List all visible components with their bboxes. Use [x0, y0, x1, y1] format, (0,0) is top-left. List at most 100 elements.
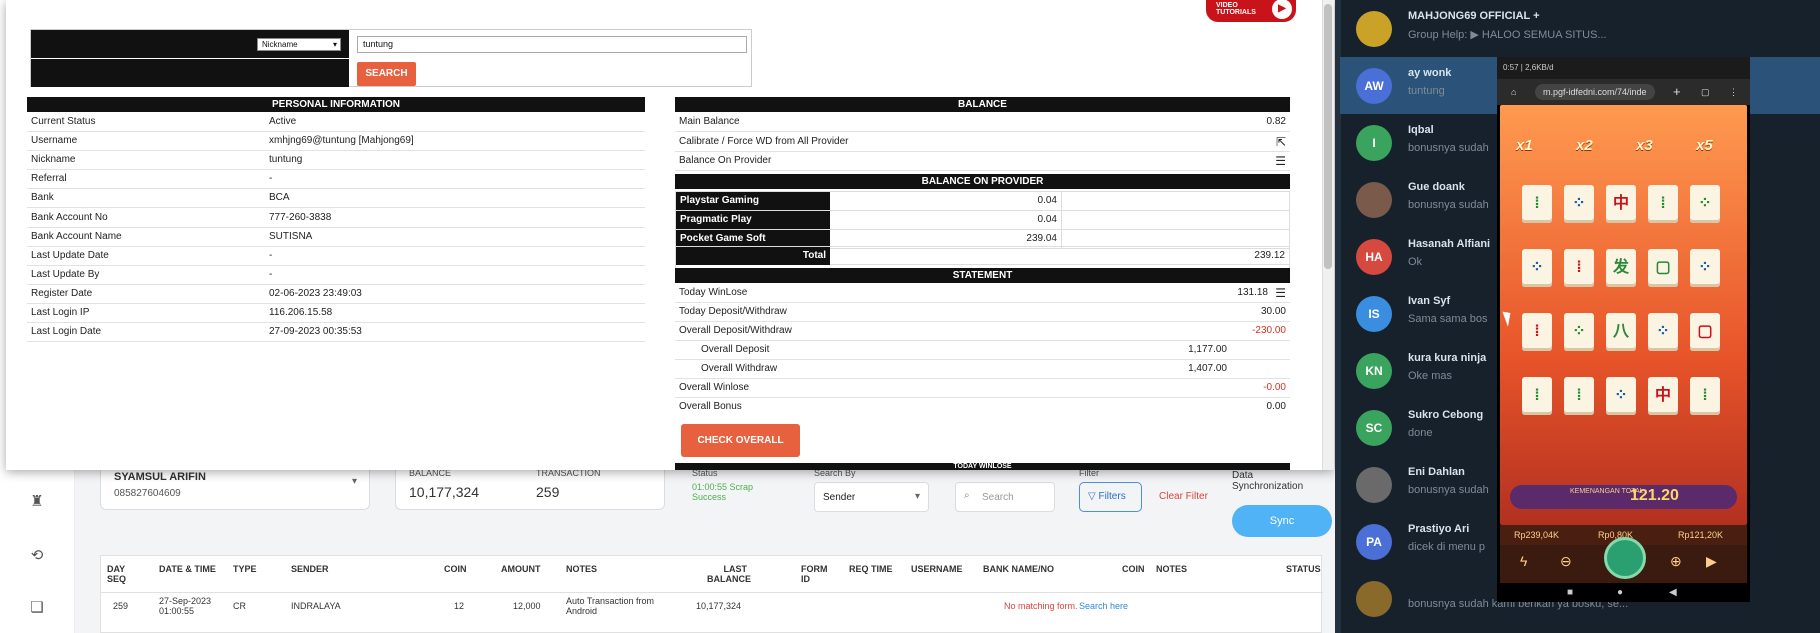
personal-info-row: Last Update By - [27, 266, 645, 285]
info-value: 27-09-2023 00:35:53 [269, 326, 362, 338]
avatar [1356, 182, 1392, 218]
phone-status-bar: 0:57 | 2,6KB/d [1497, 57, 1750, 79]
modal-scrollbar[interactable] [1322, 0, 1334, 470]
total-win-bar: KEMENANGAN TOTAL 121.20 [1510, 485, 1737, 509]
avatar [1356, 11, 1392, 47]
provider-value: 0.04 [830, 192, 1062, 210]
autoplay-icon[interactable]: ▶ [1706, 553, 1717, 570]
list-icon[interactable]: ☰ [1275, 152, 1286, 170]
avatar: I [1356, 125, 1392, 161]
chevron-down-icon: ▾ [914, 491, 920, 502]
recent-apps-icon[interactable]: ■ [1567, 583, 1573, 602]
overall-dw-row: Overall Deposit/Withdraw -230.00 [675, 322, 1290, 341]
col-header: FORM ID [801, 564, 828, 584]
info-value: 02-06-2023 23:49:03 [269, 287, 362, 299]
home-button-icon[interactable]: ● [1617, 583, 1623, 602]
cell-datetime: 27-Sep-2023 01:00:55 [159, 596, 212, 616]
search-field-select[interactable]: Nickname ▾ [257, 38, 341, 51]
chat-name: Sukro Cebong [1408, 409, 1484, 421]
chat-list-item[interactable]: MAHJONG69 OFFICIAL + Group Help: ▶ HALOO … [1340, 0, 1820, 57]
chat-name: Iqbal [1408, 124, 1434, 136]
filters-button[interactable]: ▽ Filters [1079, 482, 1142, 512]
plus-icon[interactable]: ⊕ [1670, 553, 1682, 570]
chat-name: Prastiyo Ari [1408, 523, 1470, 535]
mahjong-tile: ⁞ [1522, 377, 1552, 415]
history-icon[interactable]: ⟲ [27, 546, 47, 566]
personal-info-row: Last Login IP 116.206.15.58 [27, 304, 645, 323]
sync-button[interactable]: Sync [1232, 505, 1332, 537]
avatar: HA [1356, 239, 1392, 275]
personal-info-row: Referral - [27, 170, 645, 190]
search-by-value: Sender [823, 492, 856, 503]
transactions-table: DAY SEQ DATE & TIME TYPE SENDER COIN AMO… [100, 555, 1323, 633]
personal-info-row: Bank BCA [27, 189, 645, 209]
book-icon[interactable]: ❏ [27, 598, 47, 618]
scrollbar-thumb[interactable] [1324, 4, 1332, 269]
main-balance-label: Main Balance [679, 116, 740, 127]
video-tutorials-badge[interactable]: VIDEO TUTORIALS ▶ [1206, 0, 1296, 22]
plus-icon[interactable]: + [1673, 79, 1681, 105]
mahjong-tile: ⁘ [1690, 249, 1720, 287]
main-balance-row: Main Balance 0.82 [675, 113, 1290, 132]
info-label: Referral [31, 173, 67, 185]
mahjong-tile: ⁞ [1648, 185, 1678, 223]
provider-balance-label: Balance On Provider [679, 155, 772, 166]
external-link-icon[interactable]: ⇱ [1276, 133, 1286, 151]
more-icon[interactable]: ⋮ [1729, 79, 1738, 105]
col-header: DAY SEQ [107, 564, 127, 584]
overall-deposit-row: Overall Deposit 1,177.00 [675, 341, 1290, 360]
chat-name: Ivan Syf [1408, 295, 1451, 307]
balance-header: BALANCE [675, 97, 1290, 112]
avatar: AW [1356, 68, 1392, 104]
info-value: tuntung [269, 154, 303, 166]
mahjong-game-screen[interactable]: x1 x2 x3 x5 ⁞ ⁘ 中 ⁞ ⁘ ⁘ ⁞ 发 ▢ ⁘ ⁞ ⁘ 八 ⁘ ▢ ⁞ ⁞ ⁘ 中 ⁞ KEMENAN… [1500, 105, 1747, 525]
home-icon[interactable]: ⌂ [1511, 79, 1516, 105]
col-header: STATUS [1286, 564, 1321, 574]
check-overall-button[interactable]: CHECK OVERALL [681, 424, 800, 457]
chat-name: ay wonk [1408, 67, 1452, 79]
personal-info-row: Last Login Date 27-09-2023 00:35:53 [27, 323, 645, 343]
search-by-select[interactable]: Sender ▾ [814, 482, 929, 512]
overall-bonus-row: Overall Bonus 0.00 [675, 398, 1290, 417]
personal-info-row: Last Update Date - [27, 247, 645, 266]
mahjong-tile: 发 [1606, 249, 1636, 287]
today-dw-row: Today Deposit/Withdraw 30.00 [675, 303, 1290, 322]
wallet-balance: Rp239,04K [1514, 530, 1560, 540]
clear-filter-link[interactable]: Clear Filter [1159, 491, 1208, 502]
mahjong-tile: ⁘ [1564, 313, 1594, 351]
minus-icon[interactable]: ⊖ [1560, 553, 1572, 570]
avatar: SC [1356, 410, 1392, 446]
search-input[interactable]: ⌕ Search [955, 482, 1055, 512]
overall-withdraw-row: Overall Withdraw 1,407.00 [675, 360, 1290, 379]
url-field[interactable]: m.pgf-idfedni.com/74/inde [1535, 84, 1655, 100]
list-icon[interactable]: ☰ [1275, 284, 1286, 302]
search-panel: Nickname ▾ tuntung SEARCH [30, 29, 752, 87]
divider [101, 592, 1323, 593]
cell-coin: 12 [454, 601, 465, 611]
casino-icon[interactable]: ♜ [27, 492, 47, 512]
today-winlose-row: Today WinLose 131.18 ☰ [675, 284, 1290, 303]
mahjong-tile: 中 [1648, 377, 1678, 415]
provider-row: Playstar Gaming 0.04 [676, 192, 1289, 211]
member-search-input[interactable]: tuntung [357, 36, 747, 53]
mahjong-tile: ⁘ [1522, 249, 1552, 287]
search-button[interactable]: SEARCH [357, 62, 416, 86]
overall-deposit-label: Overall Deposit [701, 344, 770, 355]
search-placeholder: Search [982, 492, 1014, 503]
provider-name: Playstar Gaming [676, 192, 830, 210]
chat-preview: Sama sama bos [1408, 313, 1488, 325]
chat-preview: Oke mas [1408, 370, 1453, 382]
tabs-icon[interactable]: ▢ [1701, 79, 1710, 105]
info-value: 116.206.15.58 [269, 307, 333, 318]
win-amount: Rp121,20K [1678, 530, 1724, 540]
multiplier: x1 [1516, 137, 1533, 154]
col-header: COIN [444, 564, 467, 574]
spin-button[interactable] [1604, 537, 1646, 579]
mahjong-tile: 八 [1606, 313, 1636, 351]
back-icon[interactable]: ◀ [1669, 583, 1677, 602]
provider-name: Pragmatic Play [676, 211, 830, 229]
turbo-icon[interactable]: ϟ [1520, 553, 1527, 569]
search-icon: ⌕ [964, 490, 970, 501]
search-here-link[interactable]: Search here [1079, 601, 1128, 611]
video-badge-line1: VIDEO [1216, 2, 1238, 9]
